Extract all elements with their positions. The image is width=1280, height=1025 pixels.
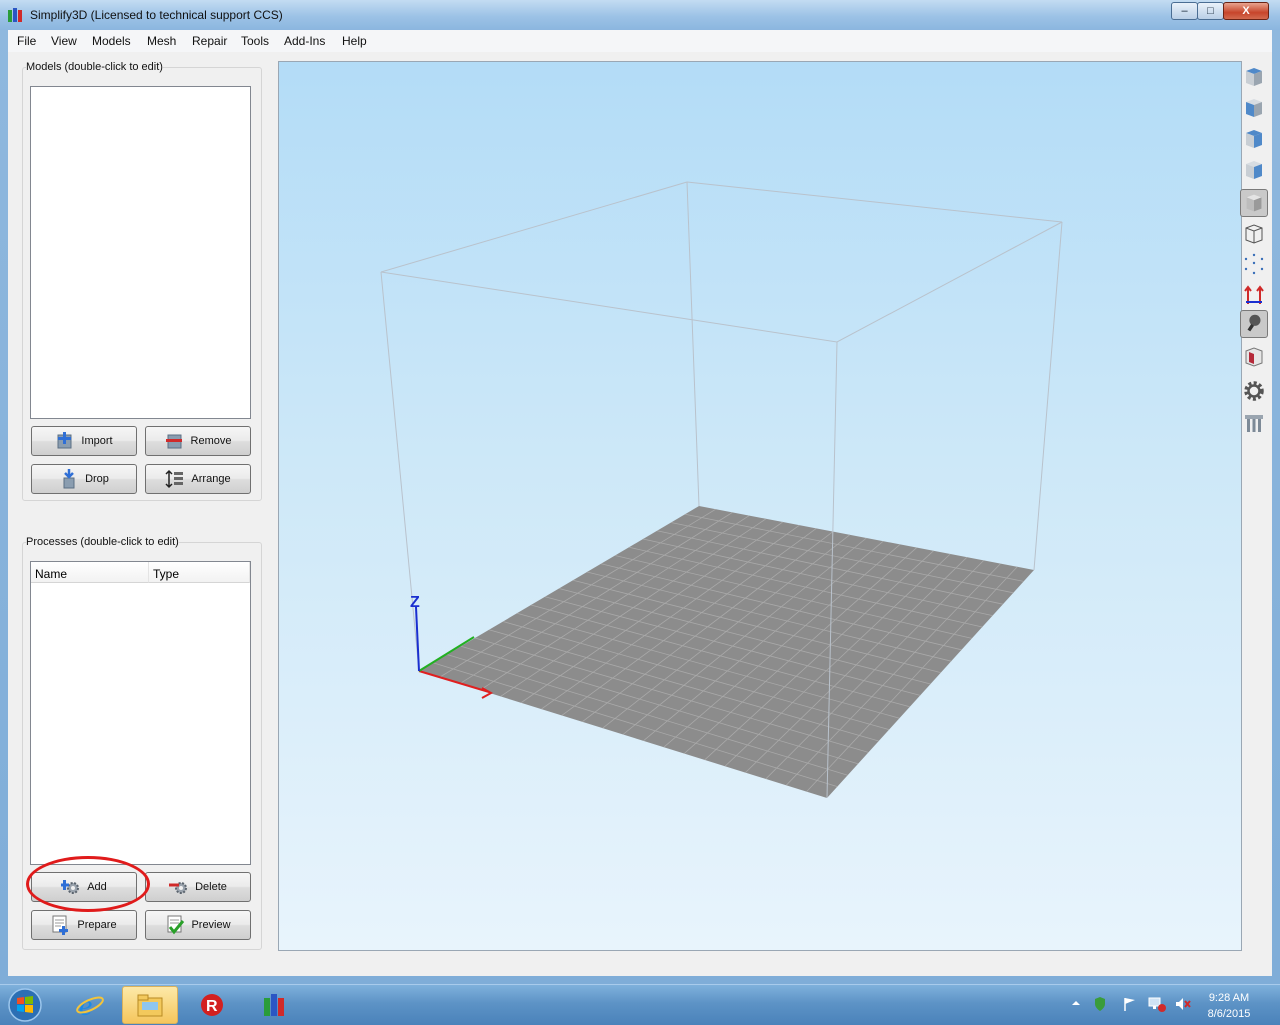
clock-time: 9:28 AM bbox=[1208, 992, 1250, 1004]
menu-tools[interactable]: Tools bbox=[241, 34, 269, 48]
settings-gear-icon[interactable] bbox=[1240, 377, 1268, 405]
drop-label: Drop bbox=[85, 473, 109, 485]
clock-date: 8/6/2015 bbox=[1207, 1008, 1251, 1020]
maximize-button[interactable]: □ bbox=[1197, 2, 1224, 20]
svg-text:R: R bbox=[206, 998, 218, 1015]
build-volume-back-edges bbox=[380, 181, 1063, 507]
file-explorer-icon[interactable] bbox=[122, 986, 178, 1024]
start-button-icon[interactable] bbox=[6, 987, 44, 1023]
processes-panel-title: Processes (double-click to edit) bbox=[26, 536, 179, 548]
lighting-icon[interactable] bbox=[1240, 310, 1268, 338]
title-bar[interactable]: Simplify3D (Licensed to technical suppor… bbox=[0, 0, 1280, 30]
view-side-icon[interactable] bbox=[1240, 125, 1268, 153]
models-list[interactable] bbox=[30, 86, 251, 419]
taskbar: e R 9:28 AM 8/6/2015 bbox=[0, 984, 1280, 1025]
prepare-button[interactable]: Prepare bbox=[31, 910, 137, 940]
arrange-icon bbox=[165, 469, 185, 489]
print-bed bbox=[419, 506, 1034, 798]
client-area: Models (double-click to edit) Import Rem… bbox=[8, 52, 1272, 976]
arrange-button[interactable]: Arrange bbox=[145, 464, 251, 494]
menu-repair[interactable]: Repair bbox=[192, 34, 227, 48]
view-toolbar bbox=[1238, 61, 1268, 951]
menu-bar: File View Models Mesh Repair Tools Add-I… bbox=[8, 30, 1272, 53]
arrange-label: Arrange bbox=[191, 473, 231, 485]
minimize-button[interactable]: – bbox=[1171, 2, 1198, 20]
window-title: Simplify3D (Licensed to technical suppor… bbox=[30, 8, 283, 22]
import-label: Import bbox=[81, 435, 113, 447]
z-axis-label: Z bbox=[410, 594, 420, 611]
import-button[interactable]: Import bbox=[31, 426, 137, 456]
remove-button[interactable]: Remove bbox=[145, 426, 251, 456]
section-icon[interactable] bbox=[1240, 343, 1268, 371]
menu-models[interactable]: Models bbox=[92, 34, 131, 48]
taskbar-clock[interactable]: 9:28 AM 8/6/2015 bbox=[1196, 990, 1262, 1022]
volume-muted-icon[interactable] bbox=[1174, 996, 1192, 1012]
column-header-type[interactable]: Type bbox=[149, 562, 250, 583]
app-logo-icon bbox=[8, 8, 22, 22]
3d-viewport[interactable]: Z bbox=[278, 61, 1242, 951]
view-iso-icon[interactable] bbox=[1240, 156, 1268, 184]
import-icon bbox=[55, 431, 75, 451]
security-shield-icon[interactable] bbox=[1092, 996, 1108, 1012]
bed-plate bbox=[419, 506, 1034, 798]
preview-icon bbox=[165, 915, 185, 935]
menu-help[interactable]: Help bbox=[342, 34, 367, 48]
menu-add-ins[interactable]: Add-Ins bbox=[284, 34, 325, 48]
point-mode-icon[interactable] bbox=[1240, 250, 1268, 278]
delete-process-button[interactable]: Delete bbox=[145, 872, 251, 902]
preview-button[interactable]: Preview bbox=[145, 910, 251, 940]
simplify3d-taskbar-icon[interactable] bbox=[246, 986, 302, 1024]
build-volume-scene: Z bbox=[380, 181, 1063, 799]
show-hidden-icons-icon[interactable] bbox=[1070, 997, 1082, 1009]
prepare-icon bbox=[51, 915, 71, 935]
internet-explorer-icon[interactable]: e bbox=[62, 986, 118, 1024]
column-header-name[interactable]: Name bbox=[31, 562, 149, 583]
preview-label: Preview bbox=[191, 919, 231, 931]
drop-button[interactable]: Drop bbox=[31, 464, 137, 494]
drop-icon bbox=[59, 469, 79, 489]
action-center-flag-icon[interactable] bbox=[1122, 996, 1138, 1012]
delete-gear-icon bbox=[169, 877, 189, 897]
view-front-icon[interactable] bbox=[1240, 94, 1268, 122]
r-app-icon[interactable]: R bbox=[184, 986, 240, 1024]
menu-file[interactable]: File bbox=[17, 34, 36, 48]
processes-list[interactable]: Name Type bbox=[30, 561, 251, 865]
wireframe-mode-icon[interactable] bbox=[1240, 220, 1268, 248]
remove-icon bbox=[165, 431, 185, 451]
axes-icon[interactable] bbox=[1240, 280, 1268, 308]
view-top-icon[interactable] bbox=[1240, 63, 1268, 91]
app-window: Simplify3D (Licensed to technical suppor… bbox=[0, 0, 1280, 984]
menu-mesh[interactable]: Mesh bbox=[147, 34, 176, 48]
support-icon[interactable] bbox=[1240, 409, 1268, 437]
menu-view[interactable]: View bbox=[51, 34, 77, 48]
close-button[interactable]: X bbox=[1223, 2, 1269, 20]
models-panel-title: Models (double-click to edit) bbox=[26, 61, 163, 73]
delete-label: Delete bbox=[195, 881, 227, 893]
prepare-label: Prepare bbox=[77, 919, 117, 931]
annotation-circle bbox=[26, 856, 150, 912]
solid-mode-icon[interactable] bbox=[1240, 189, 1268, 217]
remove-label: Remove bbox=[190, 435, 232, 447]
network-icon[interactable] bbox=[1148, 996, 1166, 1012]
